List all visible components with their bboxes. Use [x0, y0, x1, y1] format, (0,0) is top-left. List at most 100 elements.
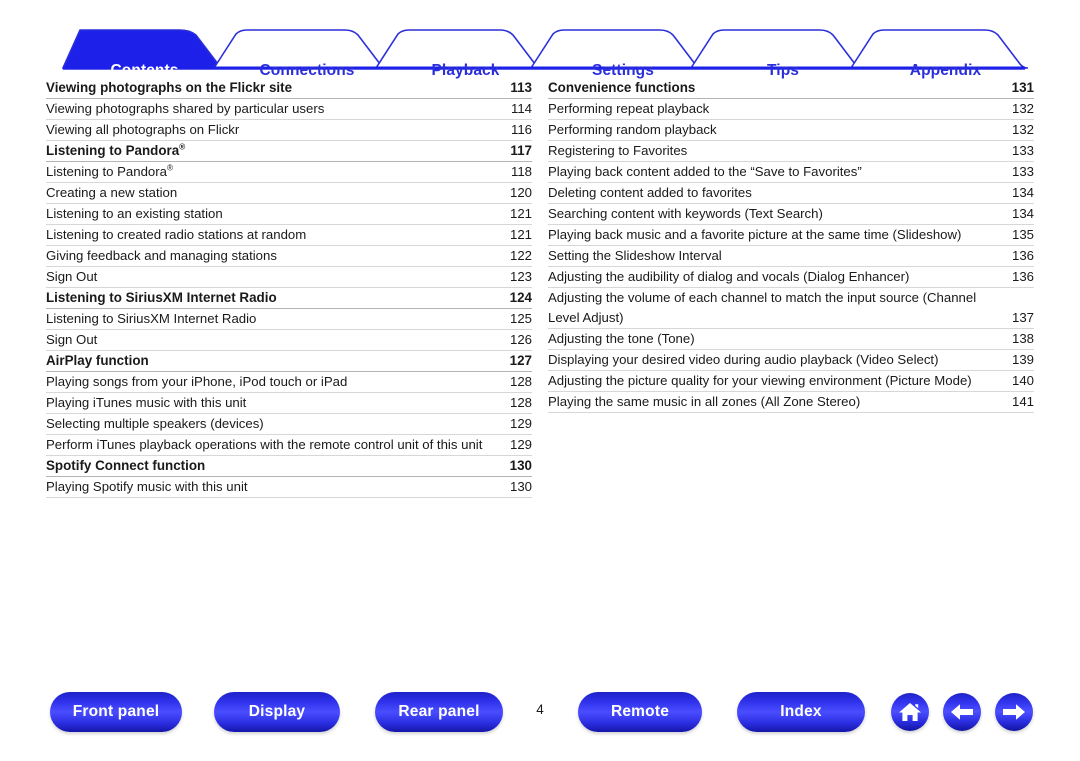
toc-entry-title: Playing back music and a favorite pictur… [548, 227, 962, 242]
toc-entry-title: Playing the same music in all zones (All… [548, 394, 861, 409]
toc-entry-title: Sign Out [46, 269, 98, 284]
toc-entry-page: 132 [1011, 101, 1034, 116]
toc-entry-title: Playing Spotify music with this unit [46, 479, 248, 494]
toc-entry-title: Deleting content added to favorites [548, 185, 752, 200]
toc-entry-page: 141 [1011, 394, 1034, 409]
toc-entry-page: 125 [509, 311, 532, 326]
remote-button[interactable]: Remote [578, 692, 702, 732]
toc-table-right: Convenience functions 131 Performing repea… [548, 78, 1034, 413]
toc-item-row[interactable]: Listening to created radio stations at r… [46, 225, 532, 246]
toc-item-row[interactable]: Performing random playback 132 [548, 120, 1034, 141]
toc-entry-page: 116 [510, 122, 532, 137]
toc-item-row[interactable]: Playing iTunes music with this unit 128 [46, 393, 532, 414]
toc-item-row[interactable]: Sign Out 123 [46, 267, 532, 288]
toc-item-row[interactable]: Adjusting the tone (Tone) 138 [548, 329, 1034, 350]
toc-entry-title: Sign Out [46, 332, 98, 347]
toc-item-row[interactable]: Playing back music and a favorite pictur… [548, 225, 1034, 246]
toc-item-row[interactable]: Playing the same music in all zones (All… [548, 392, 1034, 413]
display-button[interactable]: Display [214, 692, 340, 732]
toc-entry-title: Viewing photographs shared by particular… [46, 101, 325, 116]
toc-item-row[interactable]: Viewing all photographs on Flickr 116 [46, 120, 532, 141]
toc-item-row[interactable]: Displaying your desired video during aud… [548, 350, 1034, 371]
toc-item-row[interactable]: Adjusting the picture quality for your v… [548, 371, 1034, 392]
toc-item-row[interactable]: Adjusting the volume of each channel to … [548, 288, 1034, 329]
toc-heading-row[interactable]: Spotify Connect function 130 [46, 456, 532, 477]
index-button[interactable]: Index [737, 692, 865, 732]
toc-entry-title: Performing repeat playback [548, 101, 710, 116]
toc-table-left: Viewing photographs on the Flickr site 11… [46, 78, 532, 498]
toc-entry-title: Adjusting the volume of each channel to … [548, 290, 977, 325]
page-number: 4 [536, 702, 544, 717]
toc-entry-page: 122 [509, 248, 532, 263]
remote-label: Remote [610, 703, 670, 720]
toc-entry-page: 129 [509, 416, 532, 431]
toc-entry-title: Setting the Slideshow Interval [548, 248, 722, 263]
toc-entry-title: Giving feedback and managing stations [46, 248, 277, 263]
toc-entry-title: Adjusting the audibility of dialog and v… [548, 269, 910, 284]
toc-entry-title: Adjusting the tone (Tone) [548, 331, 695, 346]
toc-entry-title: Playing iTunes music with this unit [46, 395, 247, 410]
toc-entry-title: Listening to Pandora® [46, 163, 174, 179]
toc-entry-page: 130 [509, 479, 532, 494]
front-panel-button[interactable]: Front panel [50, 692, 182, 732]
toc-entry-page: 128 [509, 374, 532, 389]
toc-item-row[interactable]: Playing songs from your iPhone, iPod tou… [46, 372, 532, 393]
toc-entry-page: 118 [510, 164, 532, 179]
toc-entry-page: 138 [1011, 331, 1034, 346]
toc-entry-title: Perform iTunes playback operations with … [46, 437, 483, 452]
toc-entry-page: 113 [510, 80, 532, 95]
toc-entry-page: 139 [1011, 352, 1034, 367]
toc-heading-row[interactable]: Listening to SiriusXM Internet Radio 124 [46, 288, 532, 309]
toc-entry-page: 123 [509, 269, 532, 284]
display-label: Display [248, 703, 306, 720]
toc-entry-page: 132 [1011, 122, 1034, 137]
bottom-navigation: Front panel Display Rear panel 4 Remote … [0, 692, 1080, 744]
toc-entry-page: 128 [509, 395, 532, 410]
toc-entry-page: 114 [510, 101, 532, 116]
toc-entry-page: 135 [1011, 227, 1034, 242]
toc-item-row[interactable]: Registering to Favorites 133 [548, 141, 1034, 162]
arrow-left-icon [951, 704, 973, 720]
toc-entry-title: Adjusting the picture quality for your v… [548, 373, 972, 388]
forward-button[interactable] [995, 693, 1033, 731]
toc-entry-page: 127 [509, 353, 532, 368]
toc-item-row[interactable]: Adjusting the audibility of dialog and v… [548, 267, 1034, 288]
rear-panel-button[interactable]: Rear panel [375, 692, 503, 732]
toc-entry-title: Selecting multiple speakers (devices) [46, 416, 264, 431]
toc-item-row[interactable]: Playing Spotify music with this unit 130 [46, 477, 532, 498]
toc-entry-title: Creating a new station [46, 185, 178, 200]
toc-entry-page: 136 [1011, 248, 1034, 263]
toc-entry-title: AirPlay function [46, 353, 149, 368]
toc-item-row[interactable]: Setting the Slideshow Interval 136 [548, 246, 1034, 267]
toc-entry-title: Listening to an existing station [46, 206, 223, 221]
back-button[interactable] [943, 693, 981, 731]
toc-item-row[interactable]: Searching content with keywords (Text Se… [548, 204, 1034, 225]
toc-item-row[interactable]: Creating a new station 120 [46, 183, 532, 204]
toc-entry-title: Listening to SiriusXM Internet Radio [46, 311, 257, 326]
toc-entry-page: 137 [1011, 310, 1034, 325]
home-button[interactable] [891, 693, 929, 731]
toc-item-row[interactable]: Performing repeat playback 132 [548, 99, 1034, 120]
toc-column-left: Viewing photographs on the Flickr site 11… [46, 78, 532, 498]
toc-heading-row[interactable]: AirPlay function 127 [46, 351, 532, 372]
toc-item-row[interactable]: Selecting multiple speakers (devices) 129 [46, 414, 532, 435]
toc-entry-title: Playing songs from your iPhone, iPod tou… [46, 374, 348, 389]
toc-entry-page: 131 [1011, 80, 1034, 95]
toc-item-row[interactable]: Viewing photographs shared by particular… [46, 99, 532, 120]
arrow-right-icon [1003, 704, 1025, 720]
toc-entry-page: 129 [509, 437, 532, 452]
toc-item-row[interactable]: Giving feedback and managing stations 122 [46, 246, 532, 267]
toc-item-row[interactable]: Listening to Pandora® 118 [46, 162, 532, 183]
toc-item-row[interactable]: Listening to SiriusXM Internet Radio 125 [46, 309, 532, 330]
toc-heading-row[interactable]: Listening to Pandora® 117 [46, 141, 532, 162]
toc-heading-row[interactable]: Convenience functions 131 [548, 78, 1034, 99]
toc-item-row[interactable]: Deleting content added to favorites 134 [548, 183, 1034, 204]
toc-item-row[interactable]: Playing back content added to the “Save … [548, 162, 1034, 183]
toc-item-row[interactable]: Sign Out 126 [46, 330, 532, 351]
toc-item-row[interactable]: Perform iTunes playback operations with … [46, 435, 532, 456]
toc-entry-title: Listening to Pandora® [46, 141, 186, 158]
toc-heading-row[interactable]: Viewing photographs on the Flickr site 11… [46, 78, 532, 99]
toc-entry-title: Viewing all photographs on Flickr [46, 122, 240, 137]
toc-entry-title: Viewing photographs on the Flickr site [46, 80, 293, 95]
toc-item-row[interactable]: Listening to an existing station 121 [46, 204, 532, 225]
